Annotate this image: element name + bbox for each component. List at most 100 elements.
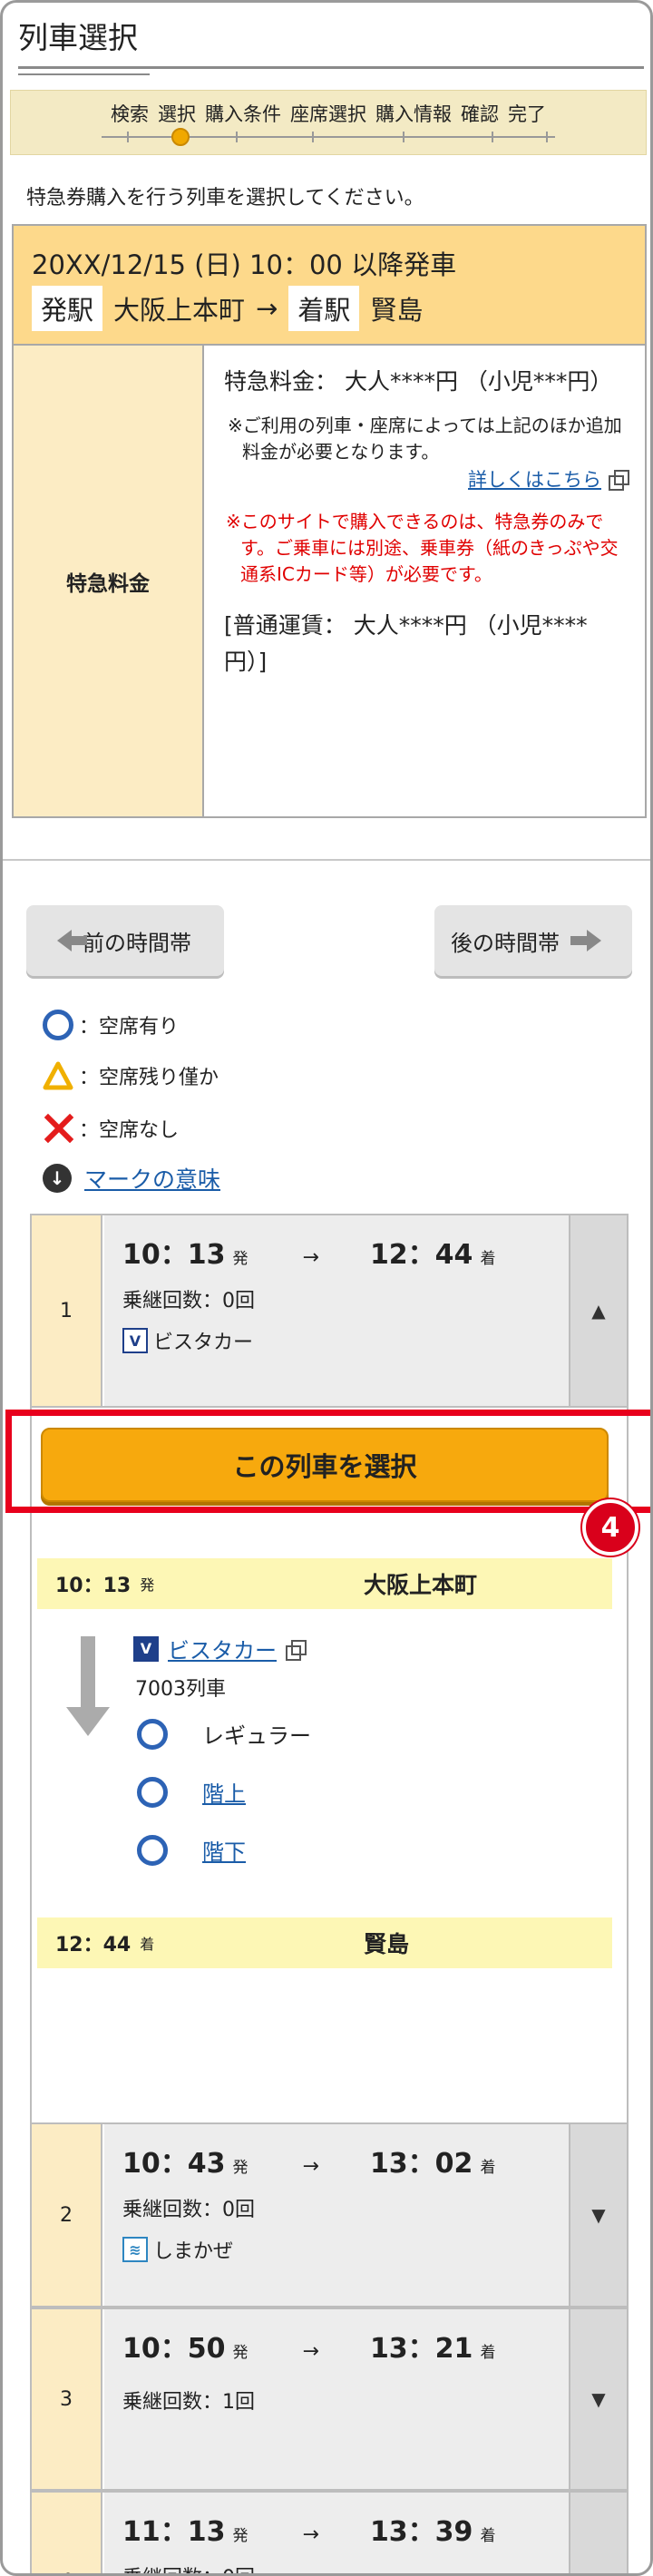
departure-label: 発駅 [32, 286, 103, 331]
train-times: 11：13 発 → 13：39 着 [122, 2509, 569, 2549]
vistacar-icon: V [122, 1328, 148, 1353]
arr-time: 12：44 [369, 1239, 473, 1271]
step-tick [312, 132, 314, 142]
expand-button[interactable]: ▼ [569, 2124, 627, 2306]
train-times: 10：50 発 → 13：21 着 [122, 2326, 569, 2366]
next-timeslot-button[interactable]: 後の時間帯 [434, 905, 632, 976]
train-row[interactable]: 1 10：13 発 → 12：44 着 乗継回数：0回 V ビスタカー ▲ [30, 1214, 629, 1408]
search-conditions: 20XX/12/15 (日) 10：00 以降発車 発駅 大阪上本町 → 着駅 … [14, 226, 645, 346]
seat-upper-link[interactable]: 階上 [202, 1776, 246, 1808]
down-arrow-icon: ↓ [43, 1164, 72, 1193]
instruction-text: 特急券購入を行う列車を選択してください。 [26, 187, 424, 210]
prev-timeslot-label: 前の時間帯 [83, 930, 191, 956]
departure-station: 大阪上本町 [113, 295, 246, 326]
shimakaze-icon: ≋ [122, 2237, 148, 2262]
train-number-line: 7003列車 [135, 1678, 226, 1701]
train-row[interactable]: 4 11：13 発 → 13：39 着 乗継回数：0回 ⁂ 伊勢志摩ライナー ▼ [30, 2491, 629, 2573]
detail-dep-time: 10：13 [55, 1575, 132, 1597]
step-info: 購入情報 [375, 103, 452, 125]
section-divider [3, 859, 650, 861]
train-name-link[interactable]: ビスタカー [168, 1633, 277, 1664]
circle-icon [137, 1776, 168, 1808]
arrow: → [302, 2155, 319, 2178]
train-row[interactable]: 2 10：43 発 → 13：02 着 乗継回数：0回 ≋ しまかぜ ▼ [30, 2122, 629, 2308]
prev-timeslot-button[interactable]: 前の時間帯 [26, 905, 224, 976]
detail-link[interactable]: 詳しくはこちら [224, 465, 629, 493]
train-summary: 10：13 発 → 12：44 着 乗継回数：0回 V ビスタカー [104, 1215, 569, 1406]
arrow: → [302, 1246, 319, 1269]
step-seat: 座席選択 [290, 103, 366, 125]
page-title: 列車選択 [18, 20, 138, 55]
arrival-station: 賢島 [370, 295, 424, 326]
select-train-button[interactable]: この列車を選択 [41, 1428, 609, 1502]
mark-meaning[interactable]: ↓ マークの意味 [43, 1162, 220, 1195]
seat-regular-label: レギュラー [202, 1723, 311, 1749]
seat-lower[interactable]: 階下 [137, 1834, 246, 1866]
detail-arr-station: 賢島 [364, 1931, 410, 1957]
triangle-icon [43, 1061, 73, 1090]
step-confirm: 確認 [461, 103, 499, 125]
collapse-button[interactable]: ▲ [569, 1215, 627, 1406]
seat-lower-link[interactable]: 階下 [202, 1834, 246, 1866]
route: 発駅 大阪上本町 → 着駅 賢島 [32, 286, 423, 331]
circle-icon [43, 1010, 73, 1040]
arrow-right-icon [570, 930, 601, 951]
step-conditions: 購入条件 [205, 103, 281, 125]
dep-suffix: 発 [232, 2344, 249, 2362]
arr-suffix: 着 [480, 1250, 496, 1268]
step-search: 検索 [111, 103, 149, 125]
train-number: 3 [32, 2309, 102, 2489]
normal-fare: [普通運賃： 大人****円 （小児****円）] [224, 612, 588, 675]
step-done: 完了 [508, 103, 546, 125]
arr-suffix: 着 [480, 2344, 496, 2362]
dep-time: 10：13 [122, 1239, 226, 1271]
progress-steps: 検索 選択 購入条件 座席選択 購入情報 確認 完了 [10, 90, 647, 155]
circle-icon [137, 1718, 168, 1750]
transfer-count: 乗継回数：0回 [122, 1290, 255, 1312]
legend-few: ：空席残り僅か [43, 1061, 219, 1090]
route-arrow: → [256, 293, 278, 324]
next-timeslot-label: 後の時間帯 [451, 930, 560, 956]
train-row[interactable]: 3 10：50 発 → 13：21 着 乗継回数：1回 ▼ [30, 2308, 629, 2491]
train-type-label: ビスタカー [153, 1332, 254, 1354]
train-summary: 10：43 発 → 13：02 着 乗継回数：0回 ≋ しまかぜ [104, 2124, 569, 2306]
seat-regular[interactable]: レギュラー [137, 1718, 311, 1750]
dep-time: 10：43 [122, 2148, 226, 2180]
arr-time: 13：39 [369, 2516, 473, 2548]
mark-meaning-link[interactable]: マークの意味 [84, 1162, 220, 1195]
legend-available-label: ：空席有り [79, 1016, 180, 1039]
dep-time: 11：13 [122, 2516, 226, 2548]
circle-icon [137, 1834, 168, 1866]
transfer-count: 乗継回数：0回 [122, 2199, 255, 2221]
vistacar-icon: V [133, 1635, 159, 1662]
arr-suffix: 着 [480, 2159, 496, 2177]
fee-details: 特急料金： 大人****円 （小児***円） ※ご利用の列車・座席によっては上記… [206, 346, 645, 816]
arr-suffix: 着 [480, 2527, 496, 2545]
step-tick [546, 132, 548, 142]
dep-time: 10：50 [122, 2333, 226, 2365]
train-number: 4 [32, 2493, 102, 2573]
train-times: 10：43 発 → 13：02 着 [122, 2141, 569, 2181]
step-tick [492, 132, 493, 142]
arrival-stop: 12：44 着 賢島 [37, 1917, 612, 1968]
extra-fee-note: ※ご利用の列車・座席によっては上記のほか追加料金が必要となります。 [228, 415, 622, 463]
train-type: ≋ しまかぜ [122, 2235, 569, 2264]
legend-available: ：空席有り [43, 1010, 179, 1040]
dep-suffix: 発 [232, 2527, 249, 2545]
train-summary: 10：50 発 → 13：21 着 乗継回数：1回 [104, 2309, 569, 2489]
train-name-line[interactable]: V ビスタカー [133, 1633, 307, 1664]
expand-button[interactable]: ▼ [569, 2309, 627, 2489]
expand-button[interactable]: ▼ [569, 2493, 627, 2573]
legend-none: ：空席なし [43, 1113, 179, 1144]
train-times: 10：13 発 → 12：44 着 [122, 1232, 569, 1272]
external-link-icon [286, 1639, 307, 1661]
detail-dep-suffix: 発 [140, 1576, 155, 1594]
dep-suffix: 発 [232, 2159, 249, 2177]
train-number: 1 [32, 1215, 102, 1406]
express-fee: 特急料金： 大人****円 （小児***円） [224, 368, 613, 395]
departure-datetime: 20XX/12/15 (日) 10：00 以降発車 [32, 249, 457, 280]
detail-link-text[interactable]: 詳しくはこちら [468, 465, 601, 493]
step-tick [127, 132, 129, 142]
train-type: V ビスタカー [122, 1326, 569, 1355]
seat-upper[interactable]: 階上 [137, 1776, 246, 1808]
